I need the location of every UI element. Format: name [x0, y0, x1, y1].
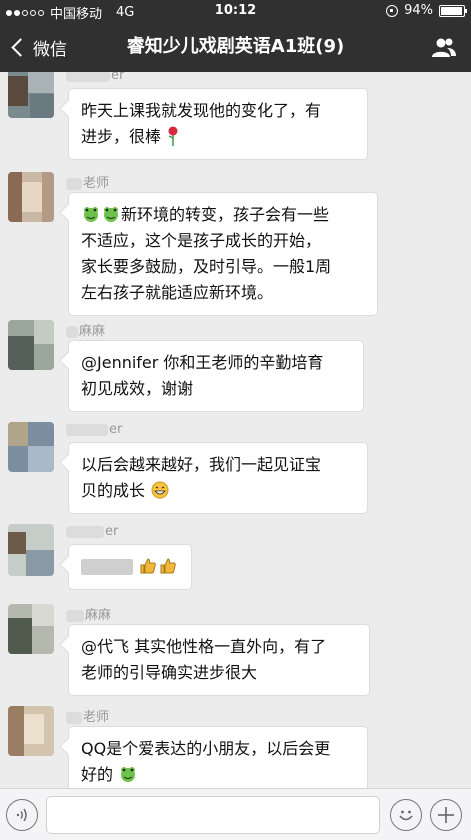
message-text-line: 昨天上课我就发现他的变化了，有 [81, 101, 322, 120]
group-members-icon[interactable] [431, 36, 457, 58]
message-bubble[interactable]: @代飞 其实他性格一直外向，有了 老师的引导确实进步很大 [68, 624, 370, 696]
message-bubble[interactable] [68, 544, 192, 590]
battery-icon [439, 4, 467, 17]
message-bubble[interactable]: QQ是个爱表达的小朋友，以后会更 好的 [68, 726, 368, 788]
message-text-line [81, 554, 179, 580]
rose-emoji-icon [168, 126, 178, 146]
message-text-line: 老师的引导确实进步很大 [81, 663, 258, 682]
message-bubble[interactable]: 新环境的转变，孩子会有一些 不适应，这个是孩子成长的开始， 家长要多鼓励，及时引… [68, 192, 378, 316]
plus-icon [438, 807, 454, 823]
avatar[interactable] [8, 72, 54, 118]
voice-icon [16, 808, 27, 822]
chat-title: 睿知少儿戏剧英语A1班(9) [126, 36, 345, 57]
message-text-line: 好的 [81, 762, 355, 788]
message-text-line: 家长要多鼓励，及时引导。一般1周 [81, 257, 332, 276]
thumbs-up-icon [140, 558, 156, 574]
message-bubble[interactable]: 昨天上课我就发现他的变化了，有 进步，很棒 [68, 88, 368, 160]
sender-name: 老师 [66, 172, 109, 191]
message-text-line: QQ是个爱表达的小朋友，以后会更 [81, 739, 331, 758]
message-text-line: @Jennifer 你和王老师的辛勤培育 [81, 353, 324, 372]
message-text-line: 贝的成长 [81, 478, 355, 504]
status-bar: 中国移动 4G 10:12 94% [0, 0, 471, 22]
emoji-button[interactable] [390, 799, 422, 831]
sender-name: er [66, 524, 118, 539]
sender-name: 麻麻 [66, 604, 111, 623]
thumbs-up-icon [160, 558, 176, 574]
grin-emoji-icon [151, 481, 169, 499]
message-text-line: 进步，很棒 [81, 124, 355, 150]
message-bubble[interactable]: 以后会越来越好，我们一起见证宝 贝的成长 [68, 442, 368, 514]
avatar[interactable] [8, 524, 54, 576]
input-bar [0, 788, 471, 840]
frog-emoji-icon [121, 767, 136, 782]
battery-percent: 94% [404, 3, 433, 18]
message-text-line: 左右孩子就能适应新环境。 [81, 283, 274, 302]
nav-bar: 微信 睿知少儿戏剧英语A1班(9) [0, 22, 471, 72]
avatar[interactable] [8, 320, 54, 370]
sender-name: 麻麻 [66, 320, 105, 339]
message-input[interactable] [46, 796, 380, 834]
voice-toggle-button[interactable] [6, 799, 38, 831]
message-text-line: 新环境的转变，孩子会有一些 [81, 202, 365, 228]
avatar[interactable] [8, 422, 54, 472]
frog-emoji-icon [84, 207, 98, 222]
sender-name: er [66, 72, 124, 83]
rotation-lock-icon [386, 4, 399, 17]
message-text-line: @代飞 其实他性格一直外向，有了 [81, 637, 327, 656]
avatar[interactable] [8, 706, 54, 756]
message-text-line: 不适应，这个是孩子成长的开始， [81, 231, 322, 250]
more-actions-button[interactable] [430, 799, 462, 831]
blurred-text [81, 559, 133, 575]
avatar[interactable] [8, 604, 54, 654]
message-text-line: 以后会越来越好，我们一起见证宝 [81, 455, 322, 474]
sender-name: 老师 [66, 706, 109, 725]
avatar[interactable] [8, 172, 54, 222]
sender-name: er [66, 422, 122, 437]
message-text-line: 初见成效，谢谢 [81, 379, 194, 398]
message-bubble[interactable]: @Jennifer 你和王老师的辛勤培育 初见成效，谢谢 [68, 340, 364, 412]
smiley-icon [399, 810, 413, 821]
frog-emoji-icon [104, 207, 118, 222]
chat-messages[interactable]: er 昨天上课我就发现他的变化了，有 进步，很棒 老师 新环境的转变，孩子会有一… [0, 72, 471, 788]
